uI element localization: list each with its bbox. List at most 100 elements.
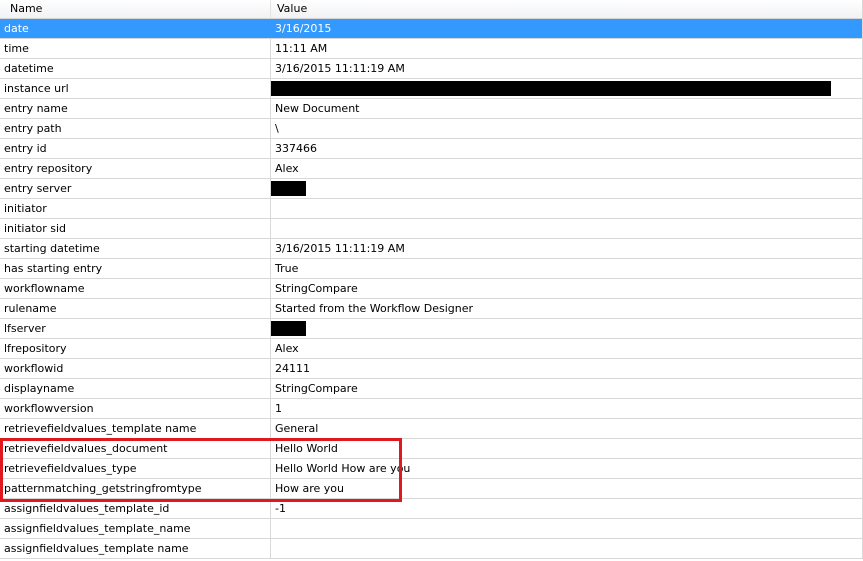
table-row[interactable]: instance url	[0, 79, 862, 99]
table-row[interactable]: entry id 337466	[0, 139, 862, 159]
row-value-cell[interactable]: Started from the Workflow Designer	[271, 299, 862, 318]
row-value-cell[interactable]: 3/16/2015	[271, 19, 862, 38]
redaction-block	[271, 81, 831, 96]
row-value-cell[interactable]: Alex	[271, 159, 862, 178]
row-name-cell: lfserver	[0, 319, 271, 338]
row-name-cell: workflowname	[0, 279, 271, 298]
table-row[interactable]: assignfieldvalues_template name	[0, 539, 862, 559]
row-value-cell[interactable]: -1	[271, 499, 862, 518]
row-name-cell: rulename	[0, 299, 271, 318]
row-value-text: 11:11 AM	[275, 42, 328, 55]
table-row[interactable]: workflowversion 1	[0, 399, 862, 419]
table-row[interactable]: datetime 3/16/2015 11:11:19 AM	[0, 59, 862, 79]
table-row[interactable]: retrievefieldvalues_document Hello World	[0, 439, 862, 459]
table-row[interactable]: date 3/16/2015	[0, 19, 862, 39]
row-value-cell[interactable]: StringCompare	[271, 379, 862, 398]
grid-body: date 3/16/2015 time 11:11 AM datetime 3/16/20…	[0, 19, 862, 559]
row-value-cell[interactable]: How are you	[271, 479, 862, 498]
row-value-cell[interactable]: Hello World	[271, 439, 862, 458]
row-value-cell[interactable]: \	[271, 119, 862, 138]
row-name-cell: entry name	[0, 99, 271, 118]
row-name-cell: assignfieldvalues_template_id	[0, 499, 271, 518]
row-name-cell: initiator sid	[0, 219, 271, 238]
table-row[interactable]: displayname StringCompare	[0, 379, 862, 399]
row-name-cell: assignfieldvalues_template name	[0, 539, 271, 558]
row-value-cell[interactable]	[271, 219, 862, 238]
row-value-cell[interactable]: 3/16/2015 11:11:19 AM	[271, 59, 862, 78]
row-value-text: -1	[275, 502, 286, 515]
row-value-text: Alex	[275, 342, 299, 355]
row-name-cell: displayname	[0, 379, 271, 398]
row-name-cell: entry id	[0, 139, 271, 158]
row-value-cell[interactable]	[271, 79, 862, 98]
row-value-text: 1	[275, 402, 282, 415]
row-name-cell: retrievefieldvalues_document	[0, 439, 271, 458]
row-value-cell[interactable]: 3/16/2015 11:11:19 AM	[271, 239, 862, 258]
table-row[interactable]: rulename Started from the Workflow Design…	[0, 299, 862, 319]
table-row[interactable]: entry server	[0, 179, 862, 199]
row-name-cell: starting datetime	[0, 239, 271, 258]
row-value-cell[interactable]: 1	[271, 399, 862, 418]
row-value-cell[interactable]	[271, 539, 862, 558]
row-value-cell[interactable]: True	[271, 259, 862, 278]
row-name-cell: entry path	[0, 119, 271, 138]
table-row[interactable]: initiator sid	[0, 219, 862, 239]
row-name-cell: entry repository	[0, 159, 271, 178]
row-value-text: 24111	[275, 362, 310, 375]
row-value-text: New Document	[275, 102, 360, 115]
row-value-text: StringCompare	[275, 382, 358, 395]
row-value-text: 3/16/2015 11:11:19 AM	[275, 62, 405, 75]
row-value-cell[interactable]: 11:11 AM	[271, 39, 862, 58]
table-row[interactable]: lfrepository Alex	[0, 339, 862, 359]
row-value-text: StringCompare	[275, 282, 358, 295]
column-header-value[interactable]: Value	[271, 0, 862, 18]
row-value-cell[interactable]: 24111	[271, 359, 862, 378]
table-row[interactable]: workflowid 24111	[0, 359, 862, 379]
row-name-cell: workflowid	[0, 359, 271, 378]
row-value-cell[interactable]: Alex	[271, 339, 862, 358]
row-value-cell[interactable]	[271, 199, 862, 218]
row-name-cell: datetime	[0, 59, 271, 78]
row-value-text: General	[275, 422, 319, 435]
row-name-cell: workflowversion	[0, 399, 271, 418]
properties-grid: Name Value date 3/16/2015 time 11:11 AM date…	[0, 0, 863, 559]
table-row[interactable]: initiator	[0, 199, 862, 219]
row-value-cell[interactable]: General	[271, 419, 862, 438]
row-name-cell: retrievefieldvalues_type	[0, 459, 271, 478]
row-value-cell[interactable]	[271, 519, 862, 538]
row-value-text: \	[275, 122, 279, 135]
row-value-text: Alex	[275, 162, 299, 175]
table-row[interactable]: starting datetime 3/16/2015 11:11:19 AM	[0, 239, 862, 259]
table-row[interactable]: has starting entry True	[0, 259, 862, 279]
row-value-cell[interactable]	[271, 179, 862, 198]
table-row[interactable]: entry repository Alex	[0, 159, 862, 179]
table-row[interactable]: patternmatching_getstringfromtype How are…	[0, 479, 862, 499]
table-row[interactable]: retrievefieldvalues_template name General	[0, 419, 862, 439]
redaction-block	[271, 321, 306, 336]
row-value-cell[interactable]: StringCompare	[271, 279, 862, 298]
table-row[interactable]: retrievefieldvalues_type Hello World How …	[0, 459, 862, 479]
row-name-cell: entry server	[0, 179, 271, 198]
row-value-text: Hello World How are you	[275, 462, 411, 475]
row-name-cell: patternmatching_getstringfromtype	[0, 479, 271, 498]
row-value-cell[interactable]	[271, 319, 862, 338]
redaction-block	[271, 181, 306, 196]
row-name-cell: lfrepository	[0, 339, 271, 358]
row-name-cell: instance url	[0, 79, 271, 98]
table-row[interactable]: lfserver	[0, 319, 862, 339]
row-name-cell: date	[0, 19, 271, 38]
table-row[interactable]: entry name New Document	[0, 99, 862, 119]
row-value-cell[interactable]: Hello World How are you	[271, 459, 862, 478]
row-value-cell[interactable]: 337466	[271, 139, 862, 158]
row-value-text: 3/16/2015	[275, 22, 332, 35]
table-row[interactable]: entry path \	[0, 119, 862, 139]
row-value-cell[interactable]: New Document	[271, 99, 862, 118]
table-row[interactable]: time 11:11 AM	[0, 39, 862, 59]
row-value-text: 3/16/2015 11:11:19 AM	[275, 242, 405, 255]
table-row[interactable]: assignfieldvalues_template_id -1	[0, 499, 862, 519]
row-value-text: How are you	[275, 482, 344, 495]
table-row[interactable]: workflowname StringCompare	[0, 279, 862, 299]
column-header-name[interactable]: Name	[0, 0, 271, 18]
table-row[interactable]: assignfieldvalues_template_name	[0, 519, 862, 539]
row-name-cell: initiator	[0, 199, 271, 218]
